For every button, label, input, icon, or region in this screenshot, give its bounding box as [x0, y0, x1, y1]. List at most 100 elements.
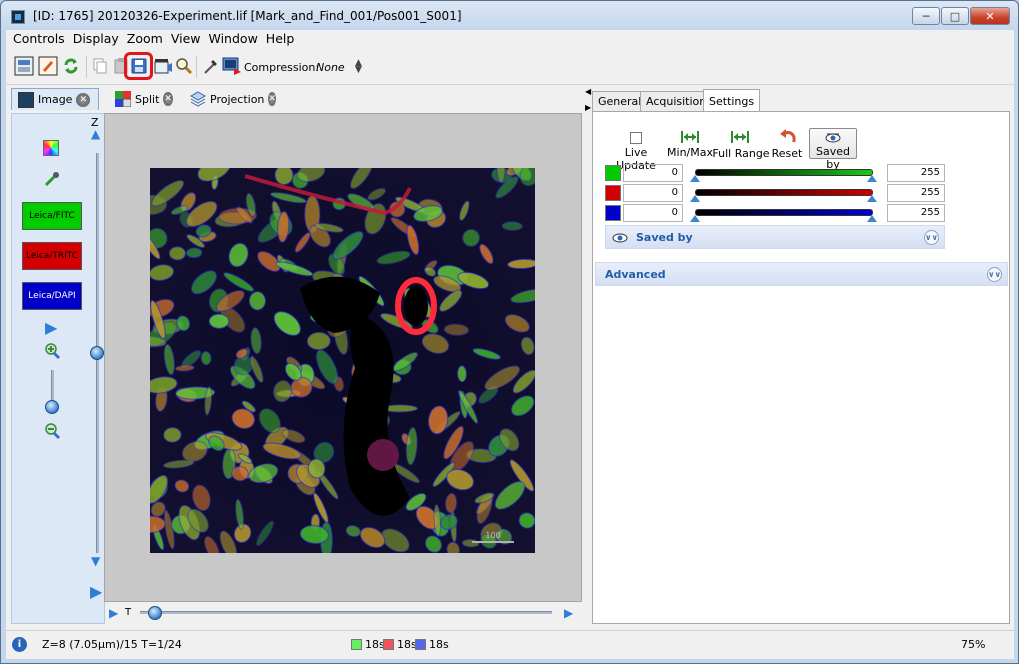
z-play-icon[interactable]: ▶: [90, 584, 102, 600]
settings-panel: Live Update Min/Max Full Range Reset Sav…: [592, 111, 1010, 624]
layers-icon: [189, 91, 207, 107]
advanced-section-header[interactable]: Advanced ∨∨: [595, 262, 1008, 286]
channel-button-tritc[interactable]: Leica/TRITC: [22, 242, 82, 270]
minimize-button[interactable]: ─: [912, 7, 940, 25]
zoom-in-icon[interactable]: [43, 342, 61, 363]
full-range-arrows-icon[interactable]: [731, 130, 749, 147]
title-bar[interactable]: [ID: 1765] 20120326-Experiment.lif [Mark…: [1, 1, 1018, 31]
window-title: [ID: 1765] 20120326-Experiment.lif [Mark…: [33, 9, 462, 23]
saved-by-section-header[interactable]: Saved by ∨∨: [605, 225, 945, 249]
expand-chevron-icon[interactable]: ∨∨: [987, 267, 1002, 282]
tab-split[interactable]: Split ✕: [109, 88, 179, 110]
channel-range-bar[interactable]: [695, 209, 873, 216]
info-icon[interactable]: i: [12, 637, 27, 652]
compression-spinner-icon[interactable]: ▲ ▼: [355, 59, 362, 75]
save-highlight-outline: [124, 52, 153, 80]
reset-label[interactable]: Reset: [769, 147, 805, 160]
menu-bar: Controls Display Zoom View Window Help: [6, 30, 1014, 48]
z-slider-knob[interactable]: [90, 346, 104, 360]
channel-range-bar[interactable]: [695, 169, 873, 176]
viewer-mode-icon[interactable]: [14, 56, 34, 76]
toolbar-separator: [196, 56, 197, 78]
channel-color-swatch[interactable]: [605, 165, 621, 181]
min-max-arrows-icon[interactable]: [681, 130, 699, 147]
max-handle-icon[interactable]: [867, 195, 877, 202]
close-tab-icon[interactable]: ✕: [76, 92, 91, 107]
saved-by-section-title: Saved by: [636, 230, 693, 244]
channel-time-label: 18s: [429, 638, 449, 651]
tab-image[interactable]: Image ✕: [11, 88, 99, 110]
zoom-search-icon[interactable]: [174, 56, 194, 76]
time-slider: ▶ T ▶: [104, 602, 582, 624]
full-range-label[interactable]: Full Range: [712, 147, 770, 160]
compression-select[interactable]: None: [316, 61, 345, 74]
tissue-cell-mark: [461, 538, 480, 548]
tab-settings-label: Settings: [709, 94, 755, 108]
channel-max-input[interactable]: 255: [887, 184, 945, 202]
min-handle-icon[interactable]: [690, 195, 700, 202]
tissue-cell-mark: [163, 426, 182, 443]
tissue-cell-mark: [306, 331, 331, 351]
refresh-icon[interactable]: [61, 56, 81, 76]
expand-chevron-icon[interactable]: ∨∨: [924, 230, 939, 245]
position-readout: Z=8 (7.05µm)/15 T=1/24: [42, 638, 182, 651]
maximize-button[interactable]: □: [941, 7, 969, 25]
channel-button-fitc[interactable]: Leica/FITC: [22, 202, 82, 230]
channel-min-input[interactable]: 0: [623, 164, 683, 182]
menu-window[interactable]: Window: [205, 30, 262, 48]
copy-icon[interactable]: [90, 56, 110, 76]
tissue-cell-mark: [185, 247, 203, 259]
color-pipette-icon[interactable]: [43, 170, 61, 191]
tab-projection[interactable]: Projection ✕: [184, 88, 280, 110]
tab-settings[interactable]: Settings: [703, 89, 761, 112]
play-icon[interactable]: ▶: [45, 320, 57, 336]
min-handle-icon[interactable]: [690, 215, 700, 222]
saved-by-button[interactable]: Saved by: [809, 128, 857, 171]
close-tab-icon[interactable]: ✕: [163, 92, 173, 106]
splitter-collapse-icon[interactable]: ◀ ▶: [585, 88, 591, 112]
zoom-out-icon[interactable]: [43, 422, 61, 443]
min-max-label[interactable]: Min/Max: [666, 146, 714, 159]
t-slider-knob[interactable]: [148, 606, 162, 620]
tissue-cell-mark: [501, 221, 523, 232]
color-palette-icon[interactable]: [43, 140, 59, 156]
t-slider-track[interactable]: [140, 611, 552, 614]
max-handle-icon[interactable]: [867, 175, 877, 182]
channel-button-dapi[interactable]: Leica/DAPI: [22, 282, 82, 310]
export-image-icon[interactable]: [222, 56, 242, 76]
max-handle-icon[interactable]: [867, 215, 877, 222]
channel-range-row-red: 0 255: [605, 184, 945, 202]
channel-color-swatch[interactable]: [605, 185, 621, 201]
menu-zoom[interactable]: Zoom: [123, 30, 167, 48]
menu-display[interactable]: Display: [69, 30, 123, 48]
channel-max-input[interactable]: 255: [887, 204, 945, 222]
z-down-arrow-icon[interactable]: ▼: [91, 555, 100, 567]
close-tab-icon[interactable]: ✕: [268, 92, 276, 106]
channel-min-input[interactable]: 0: [623, 184, 683, 202]
t-next-arrow-icon[interactable]: ▶: [564, 607, 573, 619]
scale-bar-label: 100: [485, 531, 500, 540]
zoom-slider-knob[interactable]: [45, 400, 59, 414]
image-canvas-area[interactable]: 100: [104, 113, 582, 602]
annotation-icon[interactable]: [38, 56, 58, 76]
movie-export-icon[interactable]: [153, 56, 173, 76]
z-up-arrow-icon[interactable]: ▲: [91, 128, 100, 140]
microscopy-image[interactable]: 100: [150, 168, 535, 553]
channel-label: Leica/DAPI: [28, 291, 76, 301]
tab-acquisition[interactable]: Acquisition: [640, 91, 713, 111]
live-update-checkbox[interactable]: [630, 132, 642, 144]
menu-controls[interactable]: Controls: [9, 30, 69, 48]
reset-arrow-icon[interactable]: [779, 128, 797, 147]
client-area: Controls Display Zoom View Window Help C…: [6, 30, 1014, 659]
channel-range-bar[interactable]: [695, 189, 873, 196]
channel-color-swatch[interactable]: [605, 205, 621, 221]
channel-max-input[interactable]: 255: [887, 164, 945, 182]
channel-min-input[interactable]: 0: [623, 204, 683, 222]
min-handle-icon[interactable]: [690, 175, 700, 182]
menu-help[interactable]: Help: [262, 30, 299, 48]
t-play-icon[interactable]: ▶: [109, 607, 118, 619]
menu-view[interactable]: View: [167, 30, 205, 48]
close-button[interactable]: ✕: [970, 7, 1010, 25]
tab-image-label: Image: [38, 93, 73, 106]
pipette-tool-icon[interactable]: [201, 56, 221, 76]
